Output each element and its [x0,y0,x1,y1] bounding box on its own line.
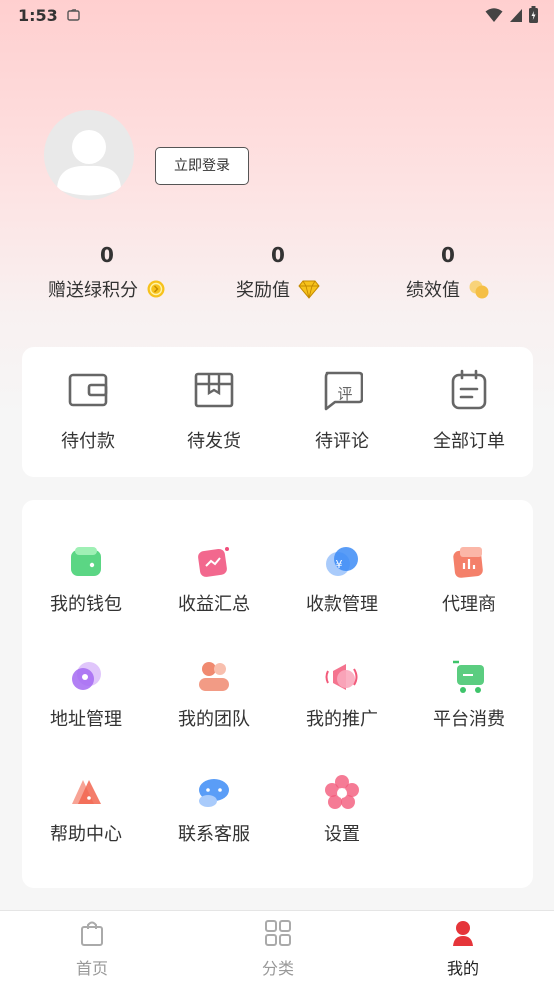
battery-icon [529,6,538,23]
cart-icon [453,660,484,693]
order-pending-review[interactable]: 评 待评论 [282,369,402,453]
login-button[interactable]: 立即登录 [155,147,249,185]
service-settings[interactable]: 设置 [278,774,406,846]
wallet-outline-icon [68,373,108,407]
service-earnings-summary[interactable]: 收益汇总 [150,544,278,616]
grid-icon [265,920,291,946]
service-label: 地址管理 [50,709,122,730]
stat-label: 奖励值 [236,280,290,301]
service-my-promotion[interactable]: 我的推广 [278,659,406,731]
stat-value: 0 [271,243,285,267]
service-payment-management[interactable]: ¥ 收款管理 [278,544,406,616]
notification-icon [67,9,80,21]
service-label: 代理商 [442,594,496,615]
service-agent[interactable]: 代理商 [405,544,533,616]
person-icon [453,921,473,946]
service-label: 联系客服 [178,824,250,845]
agent-icon [453,547,483,578]
tab-mine[interactable]: 我的 [413,919,513,979]
signal-icon [510,8,522,22]
service-platform-consumption[interactable]: 平台消费 [405,659,533,731]
bag-icon [81,921,103,946]
coin-icon [147,280,165,298]
service-my-team[interactable]: 我的团队 [150,659,278,731]
review-badge: 评 [337,385,352,403]
avatar[interactable] [44,110,134,200]
promote-icon [325,664,358,690]
order-label: 待评论 [315,431,369,452]
help-icon [72,780,101,804]
wifi-icon [485,7,503,22]
box-outline-icon [194,372,234,408]
location-icon [72,662,101,690]
coins-icon [469,280,489,299]
status-time: 1:53 [18,6,58,25]
tab-home[interactable]: 首页 [42,919,142,979]
stat-green-points[interactable]: 0 赠送绿积分 [22,240,192,302]
stat-value: 0 [100,243,114,267]
comment-outline-icon: 评 [324,371,363,411]
order-pending-shipment[interactable]: 待发货 [154,369,274,453]
earnings-icon [198,547,229,577]
tab-category[interactable]: 分类 [228,919,328,979]
service-my-wallet[interactable]: 我的钱包 [22,544,150,616]
stat-value: 0 [441,243,455,267]
stat-label: 绩效值 [406,280,460,301]
service-label: 平台消费 [433,709,505,730]
svg-text:¥: ¥ [336,558,343,571]
orders-card: 待付款 待发货 评 待评论 全部订单 [22,347,533,477]
clipboard-outline-icon [451,369,487,410]
wallet-icon [71,547,101,576]
tab-label: 首页 [75,959,108,978]
status-bar: 1:53 [0,0,554,32]
order-pending-payment[interactable]: 待付款 [28,369,148,453]
service-icon [199,779,229,807]
bottom-tab-bar: 首页 分类 我的 [0,910,554,984]
service-label: 收益汇总 [178,594,250,615]
service-label: 我的团队 [178,709,250,730]
tab-label: 我的 [446,959,479,978]
diamond-icon [298,280,320,299]
service-label: 帮助中心 [50,824,122,845]
service-contact-support[interactable]: 联系客服 [150,774,278,846]
settings-icon [325,775,359,809]
payment-icon: ¥ [326,547,358,576]
tab-label: 分类 [261,959,294,978]
service-label: 收款管理 [306,594,378,615]
team-icon [199,662,229,691]
stats-row: 0 赠送绿积分 0 奖励值 0 绩效值 [0,240,554,310]
service-label: 我的钱包 [50,594,122,615]
order-label: 全部订单 [433,431,505,452]
service-label: 我的推广 [306,709,378,730]
order-all[interactable]: 全部订单 [409,369,529,453]
service-help-center[interactable]: 帮助中心 [22,774,150,846]
service-address-management[interactable]: 地址管理 [22,659,150,731]
stat-reward[interactable]: 0 奖励值 [193,240,363,302]
order-label: 待发货 [187,431,241,452]
services-card: 我的钱包 收益汇总 ¥ 收款管理 代理商 地址管理 我的团队 我的推广 平台消费… [22,500,533,888]
order-label: 待付款 [61,431,115,452]
stat-performance[interactable]: 0 绩效值 [363,240,533,302]
status-indicators [485,6,538,23]
service-label: 设置 [324,824,360,845]
stat-label: 赠送绿积分 [48,280,138,301]
default-avatar-icon [57,130,121,196]
